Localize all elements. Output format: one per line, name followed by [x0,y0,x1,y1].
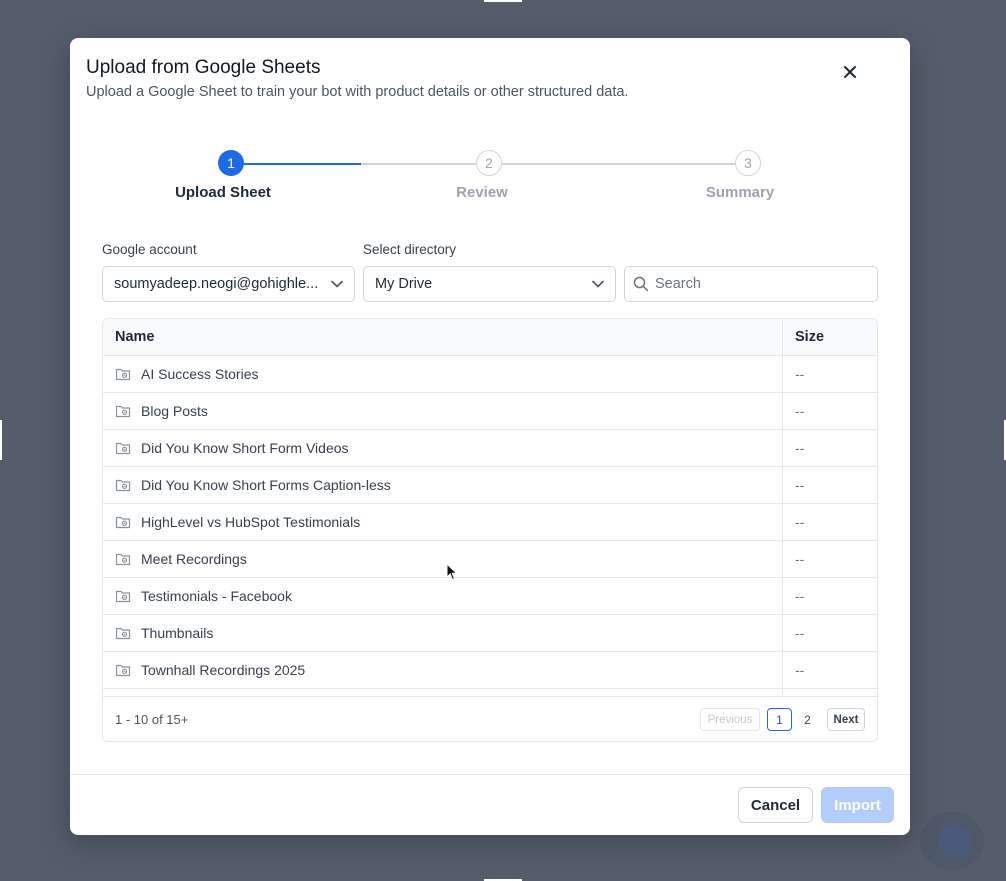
modal-title: Upload from Google Sheets [86,57,321,78]
close-icon [844,66,856,78]
cancel-button[interactable]: Cancel [738,787,813,823]
row-size: -- [795,403,805,419]
row-name: Blog Posts [141,403,208,419]
table-row[interactable]: HighLevel vs HubSpot Testimonials -- [103,504,877,541]
next-page-button[interactable]: Next [827,708,865,731]
row-name: Testimonials - Facebook [141,588,292,604]
table-pagination: 1 - 10 of 15+ Previous 1 2 Next [103,696,877,741]
step-1-label: Upload Sheet [175,184,271,201]
row-size: -- [795,366,805,382]
page-2-button[interactable]: 2 [795,708,820,731]
table-row[interactable]: Did You Know Short Form Videos -- [103,430,877,467]
row-name: Did You Know Short Form Videos [141,440,349,456]
shared-folder-icon [115,551,131,567]
search-field[interactable] [624,266,878,302]
step-1-circle: 1 [218,150,244,176]
stepper: 1 2 3 Upload Sheet Review Summary [70,150,910,210]
chevron-down-icon [592,280,604,288]
row-name: AI Success Stories [141,366,259,382]
step-3-circle: 3 [735,150,761,176]
column-header-name[interactable]: Name [115,319,155,355]
step-connector-1 [244,163,361,165]
table-row[interactable]: Thumbnails -- [103,615,877,652]
table-body: AI Success Stories -- Blog Posts -- Did You … [103,356,877,696]
directory-value: My Drive [375,276,433,292]
close-button[interactable] [836,58,864,86]
page-1-button[interactable]: 1 [767,708,792,731]
edge-marker-left [0,420,2,460]
table-row[interactable]: Testimonials - Facebook -- [103,578,877,615]
row-size: -- [795,588,805,604]
row-name: Did You Know Short Forms Caption-less [141,477,391,493]
row-name: Meet Recordings [141,551,247,567]
shared-folder-icon [115,588,131,604]
table-row[interactable]: Townhall Recordings 2025 -- [103,652,877,689]
mouse-cursor-icon [446,563,458,581]
select-directory-label: Select directory [363,242,457,257]
shared-folder-icon [115,440,131,456]
chat-widget-bubble [920,812,984,870]
import-button[interactable]: Import [821,787,894,823]
table-row[interactable]: Blog Posts -- [103,393,877,430]
step-2-circle: 2 [476,150,502,176]
shared-folder-icon [115,403,131,419]
table-row[interactable]: AI Success Stories -- [103,356,877,393]
row-name: Thumbnails [141,625,214,641]
step-connector-1b [361,163,476,165]
google-account-select[interactable]: soumyadeep.neogi@gohighle... [102,266,355,302]
step-3-label: Summary [705,184,775,201]
row-size: -- [795,662,805,678]
modal-subtitle: Upload a Google Sheet to train your bot … [86,84,629,100]
shared-folder-icon [115,514,131,530]
step-connector-2 [502,163,735,165]
row-size: -- [795,477,805,493]
pagination-range: 1 - 10 of 15+ [115,712,189,727]
google-account-value: soumyadeep.neogi@gohighle... [114,276,319,292]
column-header-size[interactable]: Size [795,319,824,355]
row-size: -- [795,440,805,456]
upload-google-sheets-modal: Upload from Google Sheets Upload a Googl… [70,38,910,835]
row-size: -- [795,514,805,530]
google-account-label: Google account [102,242,197,257]
edge-marker-top [484,0,522,2]
shared-folder-icon [115,625,131,641]
table-header: Name Size [103,319,877,356]
row-name: HighLevel vs HubSpot Testimonials [141,514,361,530]
row-size: -- [795,551,805,567]
table-row[interactable]: Meet Recordings -- [103,541,877,578]
shared-folder-icon [115,477,131,493]
directory-select[interactable]: My Drive [363,266,616,302]
table-row[interactable]: Did You Know Short Forms Caption-less -- [103,467,877,504]
shared-folder-icon [115,366,131,382]
row-name: Townhall Recordings 2025 [141,662,306,678]
chevron-down-icon [331,280,343,288]
previous-page-button[interactable]: Previous [700,708,760,731]
row-size: -- [795,625,805,641]
chat-widget-inner [938,825,972,857]
search-input[interactable] [653,275,869,293]
footer-divider [70,774,910,775]
search-icon [633,276,649,292]
shared-folder-icon [115,662,131,678]
files-table: Name Size AI Success Stories -- Blog Posts… [102,318,878,742]
step-2-label: Review [456,184,508,201]
